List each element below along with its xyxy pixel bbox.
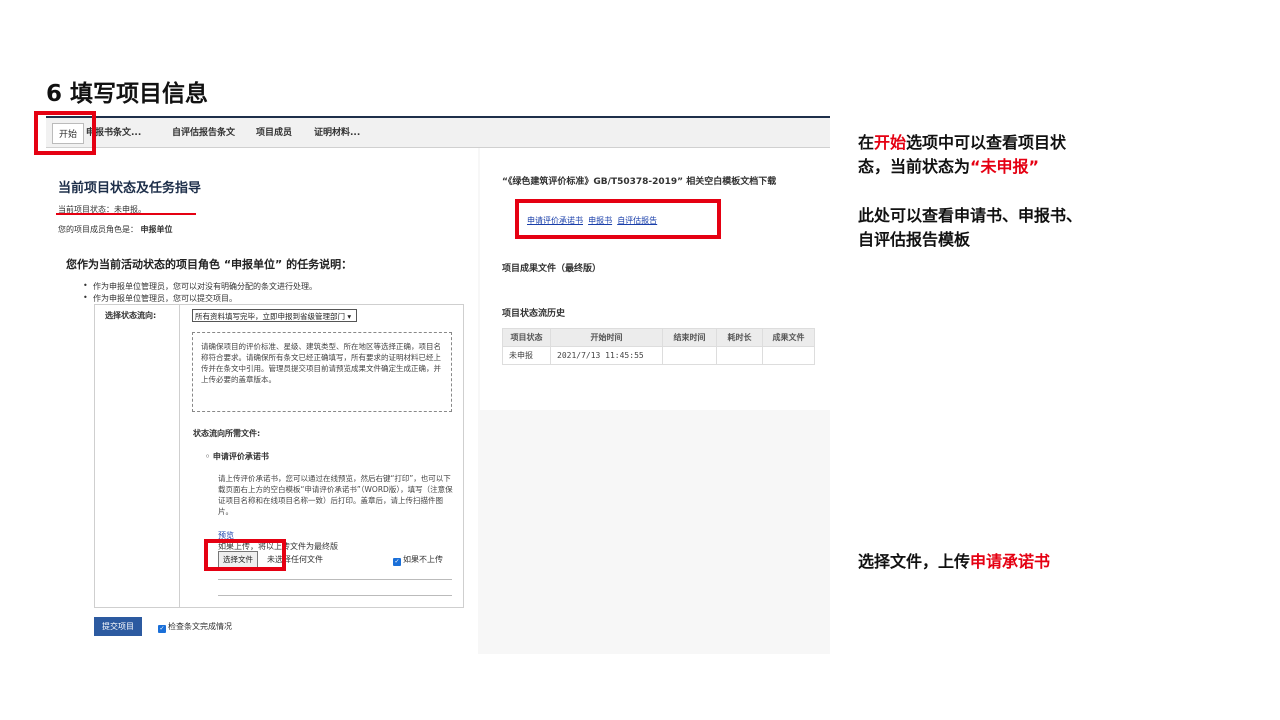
note-templates: 此处可以查看申请书、申报书、 自评估报告模板 <box>858 206 1083 249</box>
templates-heading: “《绿色建筑评价标准》GB/T50378-2019” 相关空白模板文档下载 <box>502 177 777 187</box>
highlight-start-tab <box>34 111 96 155</box>
input-line-2 <box>218 595 452 596</box>
input-line-1 <box>218 579 452 580</box>
file-item: ◦ 申请评价承诺书 <box>205 452 269 461</box>
tab-self-assessment[interactable]: 自评估报告条文 <box>172 125 235 138</box>
files-label: 状态流向所需文件: <box>193 429 261 438</box>
history-table: 项目状态 开始时间 结束时间 耗时长 成果文件 未申报 2021/7/13 11… <box>502 328 815 365</box>
instructions-box: 请确保项目的评价标准、星级、建筑类型、所在地区等选择正确，项目名称符合要求。请确… <box>192 332 452 412</box>
highlight-choose-file <box>204 539 286 571</box>
table-row: 未申报 2021/7/13 11:45:55 <box>502 346 815 365</box>
history-heading: 项目状态流历史 <box>502 309 566 319</box>
note-upload: 选择文件，上传申请承诺书 <box>858 552 1051 571</box>
task-bullet-1: 作为申报单位管理员，您可以对没有明确分配的条文进行处理。 <box>83 281 317 292</box>
tab-evidence[interactable]: 证明材料... <box>314 125 360 138</box>
result-files-heading: 项目成果文件（最终版） <box>502 264 602 274</box>
app-screenshot: 开始 申报书条文... 自评估报告条文 项目成员 证明材料... 当前项目状态及… <box>46 116 830 654</box>
templates-panel: “《绿色建筑评价标准》GB/T50378-2019” 相关空白模板文档下载 申请… <box>480 148 830 410</box>
checkbox-icon: ✓ <box>158 625 166 633</box>
role-line: 您的项目成员角色是： 申报单位 <box>58 225 173 234</box>
cell-result <box>762 346 815 365</box>
underline-status <box>56 213 196 215</box>
status-panel: 当前项目状态及任务指导 当前项目状态：未申报。 您的项目成员角色是： 申报单位 … <box>46 148 478 654</box>
history-header-row: 项目状态 开始时间 结束时间 耗时长 成果文件 <box>502 328 815 347</box>
tab-members[interactable]: 项目成员 <box>256 125 292 138</box>
flow-label: 选择状态流向: <box>105 311 157 320</box>
form-divider <box>179 305 180 607</box>
cell-end <box>662 346 717 365</box>
check-completion-option[interactable]: ✓ 检查条文完成情况 <box>158 621 232 633</box>
col-status: 项目状态 <box>502 328 551 347</box>
cell-start: 2021/7/13 11:45:55 <box>550 346 663 365</box>
file-description: 请上传评价承诺书，您可以通过在线预览，然后右键“打印”，也可以下载页面右上方的空… <box>218 474 453 516</box>
col-result: 成果文件 <box>762 328 815 347</box>
submit-project-button[interactable]: 提交项目 <box>94 617 142 636</box>
cell-status: 未申报 <box>502 346 551 365</box>
no-upload-option[interactable]: ✓ 如果不上传 <box>393 554 443 566</box>
task-heading: 您作为当前活动状态的项目角色 “申报单位” 的任务说明： <box>66 258 353 271</box>
slide-title: 6 填写项目信息 <box>46 81 209 107</box>
col-start: 开始时间 <box>550 328 663 347</box>
status-heading: 当前项目状态及任务指导 <box>58 181 202 196</box>
checkbox-icon: ✓ <box>393 558 401 566</box>
flow-select[interactable]: 所有资料填写完毕，立即申报到省级管理部门 ▾ <box>192 309 357 322</box>
note-start-tab: 在开始选项中可以查看项目状 态，当前状态为“未申报” <box>858 133 1067 176</box>
highlight-template-links <box>515 199 721 239</box>
col-end: 结束时间 <box>662 328 717 347</box>
task-bullet-2: 作为申报单位管理员，您可以提交项目。 <box>83 293 237 304</box>
col-duration: 耗时长 <box>716 328 763 347</box>
tab-bar: 开始 申报书条文... 自评估报告条文 项目成员 证明材料... <box>46 118 830 148</box>
cell-duration <box>716 346 763 365</box>
